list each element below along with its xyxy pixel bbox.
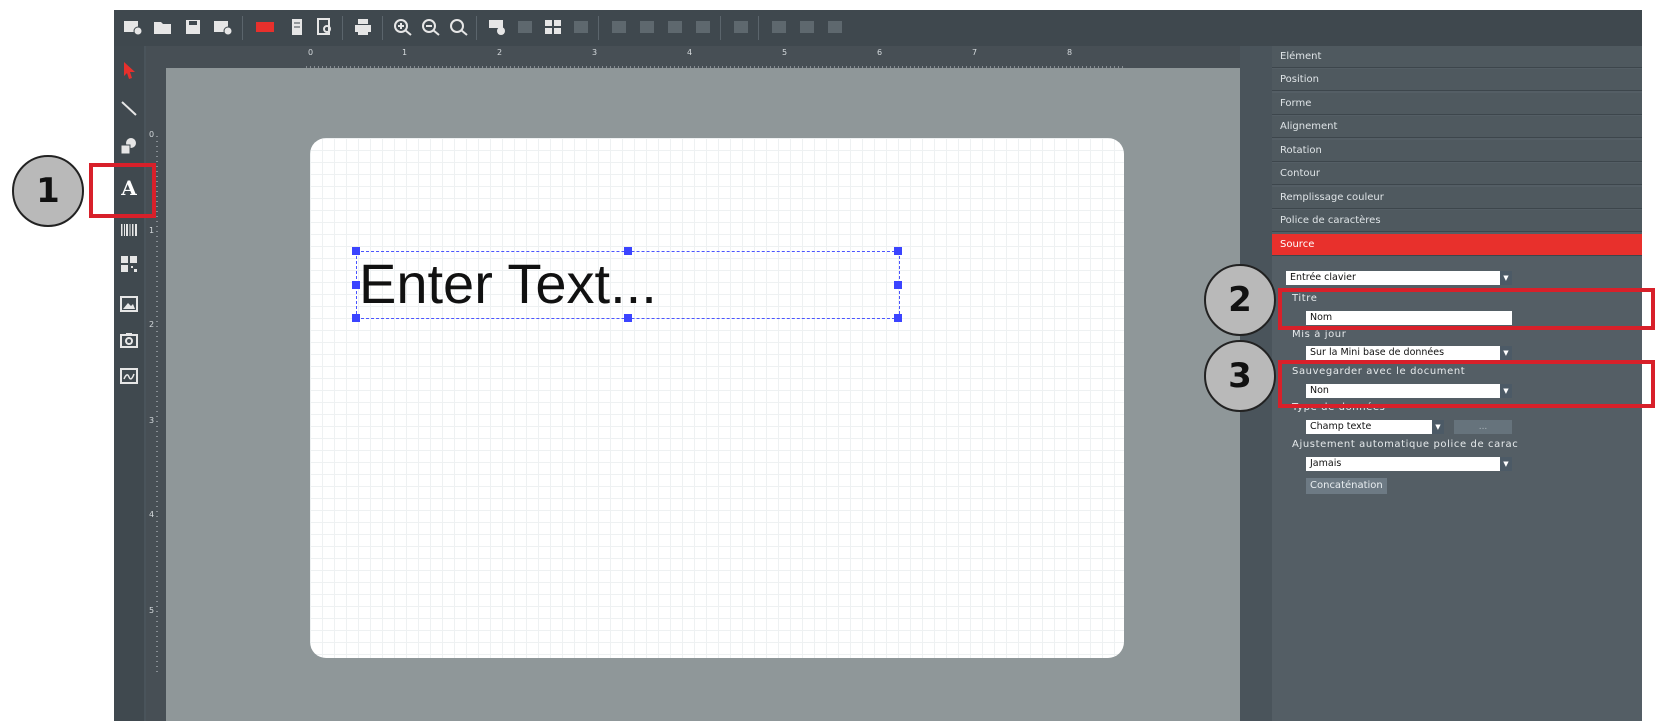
line-tool-icon[interactable] [116, 96, 142, 120]
section-police[interactable]: Police de caractères [1272, 210, 1642, 232]
ajustement-value: Jamais [1310, 458, 1342, 469]
align-right-icon [608, 17, 630, 37]
camera-tool-icon[interactable] [116, 328, 142, 352]
zoom-fit-icon[interactable] [448, 17, 470, 37]
vertical-ruler: 0 1 2 3 4 5 [146, 46, 166, 721]
resize-handle-tl[interactable] [352, 247, 360, 255]
ruler-v-2: 2 [149, 320, 155, 329]
ruler-h-4: 4 [687, 48, 693, 57]
section-rotation[interactable]: Rotation [1272, 140, 1642, 162]
ruler-h-3: 3 [592, 48, 598, 57]
type-donnees-value: Champ texte [1310, 421, 1372, 432]
ruler-v-4: 4 [149, 510, 155, 519]
close-doc-icon[interactable] [212, 17, 234, 37]
signature-tool-icon[interactable] [116, 364, 142, 388]
layer-top-icon [824, 17, 846, 37]
align-bottom-icon [664, 17, 686, 37]
text-object-content[interactable]: Enter Text... [359, 254, 657, 314]
zoom-out-icon[interactable] [420, 17, 442, 37]
chevron-down-icon[interactable]: ▼ [1500, 457, 1512, 471]
tool-palette: A [114, 46, 144, 721]
database-icon[interactable] [254, 17, 276, 37]
chevron-down-icon[interactable]: ▼ [1500, 271, 1512, 285]
horizontal-ruler: 0 1 2 3 4 5 6 7 8 [166, 46, 1240, 68]
annotation-2: 2 [1204, 264, 1276, 336]
mis-a-jour-select[interactable]: Sur la Mini base de données ▼ [1306, 346, 1512, 360]
ajustement-select[interactable]: Jamais ▼ [1306, 457, 1512, 471]
ruler-h-0: 0 [308, 48, 314, 57]
main-toolbar [114, 10, 1642, 46]
annotation-3: 3 [1204, 340, 1276, 412]
barcode-tool-icon[interactable] [486, 17, 508, 37]
mis-a-jour-label: Mis à jour [1292, 329, 1347, 340]
label-card[interactable]: Enter Text... [310, 138, 1124, 658]
annotation-1: 1 [12, 155, 84, 227]
ruler-h-2: 2 [497, 48, 503, 57]
ruler-v-1: 1 [149, 226, 155, 235]
highlight-titre [1278, 288, 1655, 330]
chevron-down-icon[interactable]: ▼ [1500, 346, 1512, 360]
ruler-ticks [306, 66, 1126, 68]
section-element[interactable]: Elément [1272, 46, 1642, 68]
ruler-v-ticks [156, 136, 158, 676]
type-donnees-select[interactable]: Champ texte ▼ [1306, 420, 1444, 434]
print-preview-icon[interactable] [314, 17, 336, 37]
ruler-h-7: 7 [972, 48, 978, 57]
resize-handle-bc[interactable] [624, 314, 632, 322]
mis-a-jour-value: Sur la Mini base de données [1310, 347, 1445, 358]
ruler-v-3: 3 [149, 416, 155, 425]
resize-handle-tc[interactable] [624, 247, 632, 255]
distribute-icon [692, 17, 714, 37]
layer-down-icon [768, 17, 790, 37]
layer-up-icon [730, 17, 752, 37]
ruler-h-5: 5 [782, 48, 788, 57]
resize-handle-mr[interactable] [894, 281, 902, 289]
ruler-h-1: 1 [402, 48, 408, 57]
resize-handle-br[interactable] [894, 314, 902, 322]
ajustement-label: Ajustement automatique police de carac [1292, 439, 1519, 450]
layer-bottom-icon [796, 17, 818, 37]
qrcode-tool-icon[interactable] [116, 252, 142, 276]
source-type-select[interactable]: Entrée clavier ▼ [1286, 271, 1512, 285]
ruler-h-8: 8 [1067, 48, 1073, 57]
resize-handle-tr[interactable] [894, 247, 902, 255]
select-arrow-icon[interactable] [116, 58, 142, 82]
resize-handle-ml[interactable] [352, 281, 360, 289]
zoom-in-icon[interactable] [392, 17, 414, 37]
new-label-icon[interactable] [122, 17, 144, 37]
section-alignement[interactable]: Alignement [1272, 116, 1642, 138]
more-options-button[interactable]: ... [1454, 420, 1512, 434]
open-folder-icon[interactable] [152, 17, 174, 37]
highlight-sauvegarder [1278, 360, 1655, 408]
shapes-tool-icon[interactable] [116, 134, 142, 158]
highlight-text-tool [89, 163, 156, 218]
barcode-icon[interactable] [116, 218, 142, 242]
align-left-icon [570, 17, 592, 37]
disabled-tool-icon [514, 17, 536, 37]
chevron-down-icon[interactable]: ▼ [1432, 420, 1444, 434]
image-tool-icon[interactable] [116, 292, 142, 316]
save-icon[interactable] [182, 17, 204, 37]
section-forme[interactable]: Forme [1272, 93, 1642, 115]
ruler-v-5: 5 [149, 606, 155, 615]
printer-icon[interactable] [352, 17, 374, 37]
section-source[interactable]: Source [1272, 234, 1642, 256]
grid-tool-icon[interactable] [542, 17, 564, 37]
concatenation-button[interactable]: Concaténation [1306, 478, 1387, 494]
text-object[interactable]: Enter Text... [352, 247, 902, 322]
section-remplissage[interactable]: Remplissage couleur [1272, 187, 1642, 209]
section-position[interactable]: Position [1272, 69, 1642, 91]
align-top-icon [636, 17, 658, 37]
canvas-workspace[interactable]: Enter Text... [166, 68, 1240, 721]
resize-handle-bl[interactable] [352, 314, 360, 322]
section-contour[interactable]: Contour [1272, 163, 1642, 185]
source-type-value: Entrée clavier [1290, 272, 1356, 283]
ruler-v-0: 0 [149, 130, 155, 139]
page-icon[interactable] [286, 17, 308, 37]
ruler-h-6: 6 [877, 48, 883, 57]
